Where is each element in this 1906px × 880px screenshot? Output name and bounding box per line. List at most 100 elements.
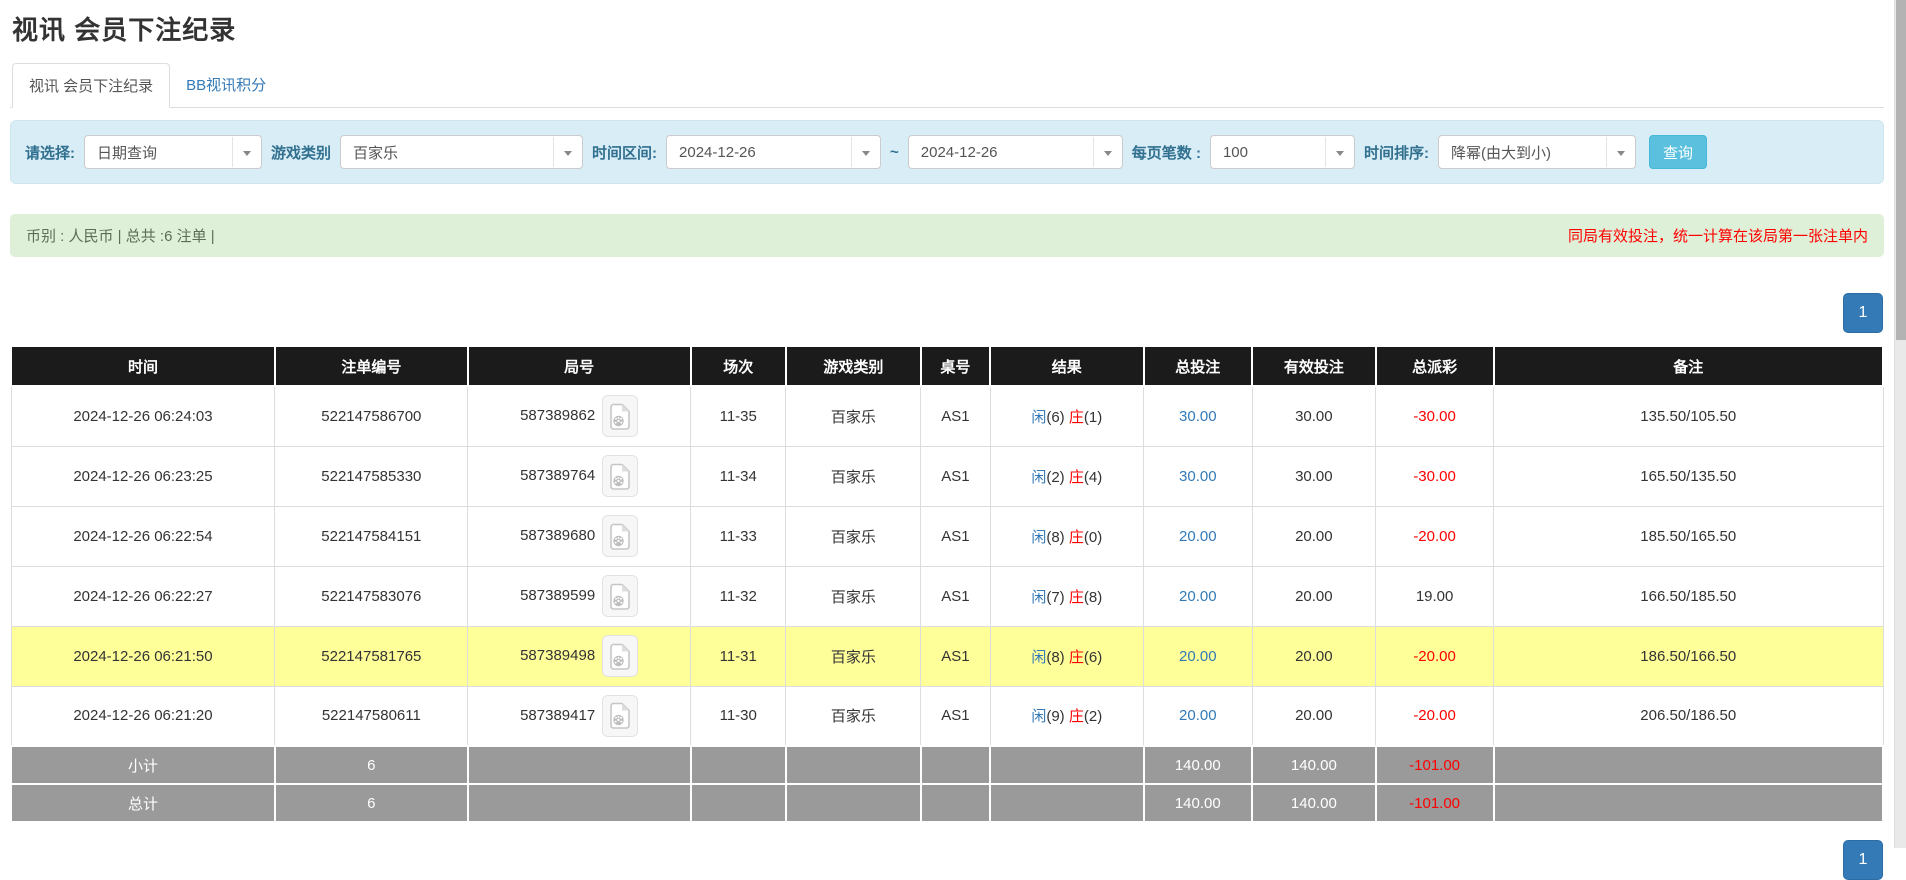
subtotal-valid-bet: 140.00 bbox=[1252, 746, 1376, 784]
round-video-button[interactable] bbox=[602, 455, 638, 497]
per-page-select[interactable]: 100 bbox=[1210, 135, 1355, 169]
bet-id-cell: 522147584151 bbox=[275, 506, 468, 566]
round-cell: 587389417 bbox=[468, 686, 691, 746]
session-cell: 11-34 bbox=[691, 446, 786, 506]
subtotal-label: 小计 bbox=[11, 746, 275, 784]
col-header-payout: 总派彩 bbox=[1376, 346, 1494, 386]
time-cell: 2024-12-26 06:21:20 bbox=[11, 686, 275, 746]
time-cell: 2024-12-26 06:22:54 bbox=[11, 506, 275, 566]
chevron-down-icon bbox=[1617, 151, 1625, 156]
page-1-button[interactable]: 1 bbox=[1843, 293, 1883, 333]
round-cell: 587389764 bbox=[468, 446, 691, 506]
total-bet-link[interactable]: 20.00 bbox=[1179, 648, 1217, 665]
summary-bar: 币别 : 人民币 | 总共 :6 注单 | 同局有效投注，统一计算在该局第一张注… bbox=[10, 214, 1884, 257]
sort-select[interactable]: 降幂(由大到小) bbox=[1438, 135, 1636, 169]
col-header-time: 时间 bbox=[11, 346, 275, 386]
banker-result: 庄 bbox=[1069, 708, 1084, 725]
remark-cell: 185.50/165.50 bbox=[1494, 506, 1883, 566]
total-valid-bet: 140.00 bbox=[1252, 784, 1376, 822]
remark-cell: 186.50/166.50 bbox=[1494, 626, 1883, 686]
sort-label: 时间排序: bbox=[1364, 142, 1429, 163]
round-video-button[interactable] bbox=[602, 695, 638, 737]
page-1-button-bottom[interactable]: 1 bbox=[1843, 840, 1883, 880]
session-cell: 11-30 bbox=[691, 686, 786, 746]
total-bet-cell: 20.00 bbox=[1144, 506, 1253, 566]
total-count: 6 bbox=[275, 784, 468, 822]
payout-cell: -20.00 bbox=[1376, 686, 1494, 746]
result-cell: 闲(8) 庄(0) bbox=[990, 506, 1144, 566]
round-number: 587389498 bbox=[520, 647, 595, 664]
remark-cell: 135.50/105.50 bbox=[1494, 386, 1883, 446]
total-bet-link[interactable]: 20.00 bbox=[1179, 588, 1217, 605]
game-type-cell: 百家乐 bbox=[786, 446, 921, 506]
total-bet-link[interactable]: 30.00 bbox=[1179, 468, 1217, 485]
bet-id-cell: 522147581765 bbox=[275, 626, 468, 686]
round-video-button[interactable] bbox=[602, 635, 638, 677]
total-bet-link[interactable]: 20.00 bbox=[1179, 528, 1217, 545]
game-type-cell: 百家乐 bbox=[786, 566, 921, 626]
page: 视讯 会员下注纪录 视讯 会员下注纪录 BB视讯积分 请选择: 日期查询 游戏类… bbox=[0, 0, 1894, 823]
remark-cell: 165.50/135.50 bbox=[1494, 446, 1883, 506]
scrollbar[interactable] bbox=[1894, 0, 1906, 848]
round-video-button[interactable] bbox=[602, 395, 638, 437]
player-count: (7) bbox=[1046, 589, 1064, 606]
total-payout: -101.00 bbox=[1376, 784, 1494, 822]
date-to-select[interactable]: 2024-12-26 bbox=[908, 135, 1123, 169]
player-count: (6) bbox=[1046, 409, 1064, 426]
scrollbar-thumb[interactable] bbox=[1896, 0, 1906, 340]
round-number: 587389862 bbox=[520, 407, 595, 424]
valid-bet-cell: 20.00 bbox=[1252, 566, 1376, 626]
tab-bb-video-points[interactable]: BB视讯积分 bbox=[170, 63, 282, 107]
valid-bet-cell: 20.00 bbox=[1252, 686, 1376, 746]
result-cell: 闲(9) 庄(2) bbox=[990, 686, 1144, 746]
bet-id-cell: 522147586700 bbox=[275, 386, 468, 446]
total-bet-cell: 20.00 bbox=[1144, 686, 1253, 746]
player-count: (2) bbox=[1046, 469, 1064, 486]
table-row: 2024-12-26 06:21:20522147580611587389417… bbox=[11, 686, 1883, 746]
tab-bar: 视讯 会员下注纪录 BB视讯积分 bbox=[10, 63, 1884, 108]
bet-id-cell: 522147585330 bbox=[275, 446, 468, 506]
player-result: 闲 bbox=[1031, 469, 1046, 486]
banker-count: (4) bbox=[1084, 469, 1102, 486]
result-cell: 闲(7) 庄(8) bbox=[990, 566, 1144, 626]
table-row: 2024-12-26 06:22:27522147583076587389599… bbox=[11, 566, 1883, 626]
time-cell: 2024-12-26 06:22:27 bbox=[11, 566, 275, 626]
summary-note-text: 同局有效投注，统一计算在该局第一张注单内 bbox=[1568, 225, 1868, 246]
round-video-button[interactable] bbox=[602, 575, 638, 617]
payout-cell: -20.00 bbox=[1376, 506, 1494, 566]
player-result: 闲 bbox=[1031, 649, 1046, 666]
round-number: 587389680 bbox=[520, 527, 595, 544]
round-number: 587389764 bbox=[520, 467, 595, 484]
date-to-value: 2024-12-26 bbox=[921, 144, 998, 161]
chevron-down-icon bbox=[862, 151, 870, 156]
total-bet-link[interactable]: 30.00 bbox=[1179, 408, 1217, 425]
banker-count: (2) bbox=[1084, 708, 1102, 725]
col-header-result: 结果 bbox=[990, 346, 1144, 386]
table-header-row: 时间 注单编号 局号 场次 游戏类别 桌号 结果 总投注 有效投注 总派彩 备注 bbox=[11, 346, 1883, 386]
player-result: 闲 bbox=[1031, 708, 1046, 725]
round-video-button[interactable] bbox=[602, 515, 638, 557]
banker-result: 庄 bbox=[1069, 409, 1084, 426]
col-header-remark: 备注 bbox=[1494, 346, 1883, 386]
time-cell: 2024-12-26 06:21:50 bbox=[11, 626, 275, 686]
col-header-game-type: 游戏类别 bbox=[786, 346, 921, 386]
filter-select-label: 请选择: bbox=[25, 142, 75, 163]
date-from-select[interactable]: 2024-12-26 bbox=[666, 135, 881, 169]
search-button[interactable]: 查询 bbox=[1649, 135, 1707, 169]
game-category-select[interactable]: 百家乐 bbox=[340, 135, 583, 169]
game-category-label: 游戏类别 bbox=[271, 142, 331, 163]
total-bet-cell: 20.00 bbox=[1144, 626, 1253, 686]
table-row: 2024-12-26 06:24:03522147586700587389862… bbox=[11, 386, 1883, 446]
player-result: 闲 bbox=[1031, 409, 1046, 426]
valid-bet-cell: 30.00 bbox=[1252, 386, 1376, 446]
session-cell: 11-33 bbox=[691, 506, 786, 566]
query-type-select[interactable]: 日期查询 bbox=[84, 135, 262, 169]
banker-result: 庄 bbox=[1069, 589, 1084, 606]
video-file-icon bbox=[609, 643, 631, 670]
tab-betting-records[interactable]: 视讯 会员下注纪录 bbox=[12, 63, 170, 108]
col-header-total-bet: 总投注 bbox=[1144, 346, 1253, 386]
total-bet-link[interactable]: 20.00 bbox=[1179, 707, 1217, 724]
banker-result: 庄 bbox=[1069, 529, 1084, 546]
col-header-table-no: 桌号 bbox=[921, 346, 990, 386]
bet-id-cell: 522147583076 bbox=[275, 566, 468, 626]
